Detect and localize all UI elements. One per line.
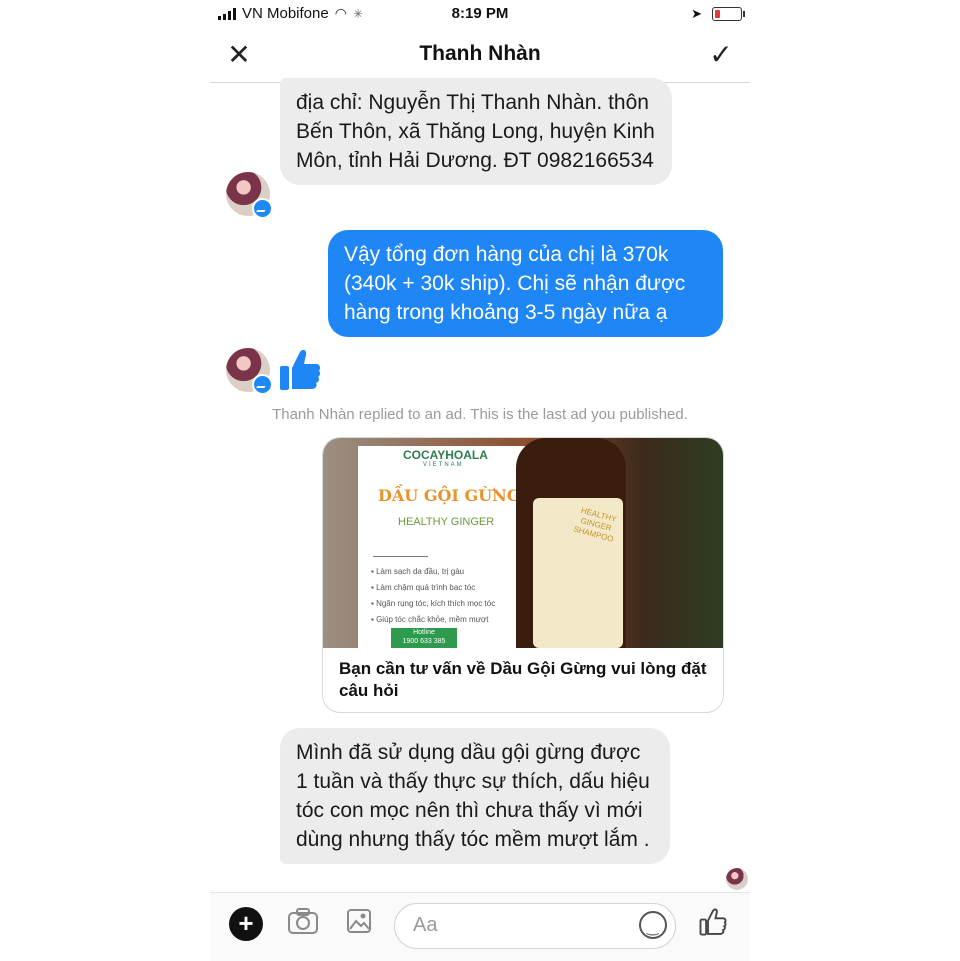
thumbs-up-icon[interactable]	[696, 907, 730, 941]
ad-poster-subtitle: HEALTHY GINGER	[398, 516, 495, 528]
ad-bullet-list: Làm sạch da đầu, trị gàu Làm chậm quá tr…	[371, 564, 495, 628]
ad-reply-notice: Thanh Nhàn replied to an ad. This is the…	[272, 406, 688, 423]
battery-fill	[715, 10, 720, 18]
message-input[interactable]: Aa	[394, 903, 676, 949]
location-icon: ➤	[691, 6, 702, 21]
conversation-title: Thanh Nhàn	[419, 42, 541, 65]
status-time: 8:19 PM	[451, 5, 509, 22]
message-input-placeholder: Aa	[413, 914, 438, 936]
ad-hotline-number: 1900 633 385	[402, 638, 446, 645]
seen-avatar	[726, 868, 748, 890]
conversation-header: ✕ Thanh Nhàn ✓	[210, 28, 750, 83]
status-bar: VN Mobifone ◠ ✳ 8:19 PM ➤	[210, 0, 750, 28]
contact-avatar[interactable]	[226, 172, 273, 219]
incoming-message[interactable]: địa chỉ: Nguyễn Thị Thanh Nhàn. thôn Bến…	[280, 78, 672, 185]
image-icon[interactable]	[342, 907, 376, 941]
ad-hotline-label: Hotline	[413, 629, 435, 636]
ad-bullet: Làm sạch da đầu, trị gàu	[371, 564, 495, 580]
ad-brand-sub: VIETNAM	[423, 462, 464, 468]
check-icon[interactable]: ✓	[706, 40, 736, 70]
ad-card[interactable]: COCAYHOALA VIETNAM DẦU GỘI GỪNG HEALTHY …	[322, 437, 724, 713]
battery-icon	[712, 7, 745, 21]
ad-bullet: Giúp tóc chắc khỏe, mềm mượt	[371, 612, 495, 628]
ad-bullet: Làm chậm quá trình bạc tóc	[371, 580, 495, 596]
thumbs-up-icon[interactable]	[278, 346, 322, 394]
ad-bullet: Ngăn rụng tóc, kích thích mọc tóc	[371, 596, 495, 612]
messenger-screen: VN Mobifone ◠ ✳ 8:19 PM ➤ ✕ Thanh Nhàn ✓…	[210, 0, 750, 961]
messenger-badge-icon	[252, 198, 273, 219]
status-right: ➤	[691, 6, 745, 22]
emoji-icon[interactable]	[639, 911, 667, 939]
ad-poster-title: DẦU GỘI GỪNG	[378, 486, 521, 505]
messenger-badge-icon	[252, 374, 273, 395]
incoming-message[interactable]: Mình đã sử dụng dầu gội gừng được 1 tuần…	[280, 728, 670, 864]
message-composer: + Aa	[210, 892, 750, 961]
ad-brand: COCAYHOALA	[403, 448, 488, 462]
ad-caption[interactable]: Bạn cần tư vấn về Dầu Gội Gừng vui lòng …	[339, 658, 709, 702]
plus-icon[interactable]: +	[229, 907, 263, 941]
contact-avatar[interactable]	[226, 348, 273, 395]
outgoing-message[interactable]: Vậy tổng đơn hàng của chị là 370k (340k …	[328, 230, 723, 337]
ad-hotline: Hotline 1900 633 385	[391, 628, 457, 648]
ad-divider	[373, 556, 428, 557]
camera-icon[interactable]	[286, 907, 320, 941]
